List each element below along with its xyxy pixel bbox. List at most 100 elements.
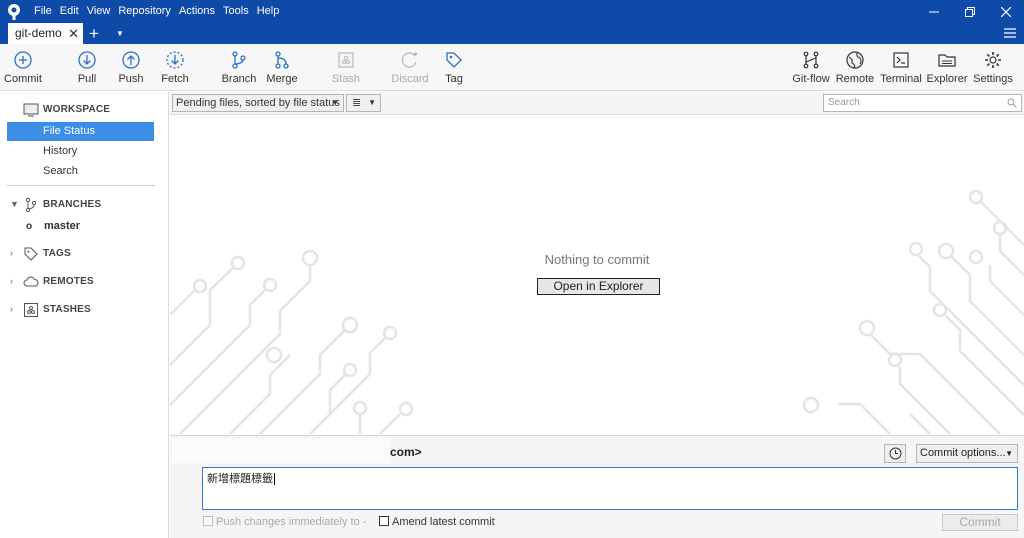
tag-toolbar-label: Tag bbox=[445, 73, 463, 85]
pull-toolbar-label: Pull bbox=[77, 73, 97, 85]
restore-button[interactable] bbox=[952, 0, 988, 23]
commit-history-button[interactable] bbox=[884, 444, 906, 463]
sidebar-item-search[interactable]: Search bbox=[7, 162, 154, 181]
checkbox-unchecked-icon bbox=[203, 516, 213, 526]
amend-commit-label: Amend latest commit bbox=[392, 516, 495, 528]
pull-toolbar-button[interactable]: Pull bbox=[62, 50, 112, 85]
gitflow-icon bbox=[803, 51, 819, 69]
circuit-background-decoration bbox=[170, 189, 1024, 434]
branches-label: BRANCHES bbox=[43, 199, 102, 210]
sidebar-item-master[interactable]: o master bbox=[7, 217, 154, 236]
fetch-icon bbox=[166, 51, 184, 69]
tags-label: TAGS bbox=[43, 248, 71, 259]
merge-toolbar-button[interactable]: Merge bbox=[257, 50, 307, 85]
stashes-section-header[interactable]: › STASHES bbox=[0, 300, 169, 320]
discard-icon bbox=[401, 52, 417, 68]
commit-toolbar-button[interactable]: Commit bbox=[0, 50, 48, 85]
branch-icon bbox=[25, 197, 37, 213]
fetch-toolbar-button[interactable]: Fetch bbox=[150, 50, 200, 85]
sort-dropdown-label: Pending files, sorted by file status bbox=[176, 97, 340, 109]
menu-edit[interactable]: Edit bbox=[60, 0, 79, 23]
monitor-icon bbox=[23, 103, 39, 117]
settings-toolbar-label: Settings bbox=[973, 73, 1013, 85]
sidebar: WORKSPACE File Status History Search ▼ B… bbox=[0, 92, 169, 538]
search-icon bbox=[1007, 98, 1017, 108]
tag-toolbar-button[interactable]: Tag bbox=[429, 50, 479, 85]
commit-panel: com> Commit options... ▼ 新增標題標籤 Push cha… bbox=[170, 435, 1024, 538]
menu-actions[interactable]: Actions bbox=[179, 0, 215, 23]
commit-options-label: Commit options... bbox=[920, 447, 1006, 459]
branch-master-label: master bbox=[44, 220, 81, 232]
menu-help[interactable]: Help bbox=[257, 0, 280, 23]
discard-toolbar-button[interactable]: Discard bbox=[385, 50, 435, 85]
commit-message-input[interactable]: 新增標題標籤 bbox=[202, 467, 1018, 510]
cloud-icon bbox=[23, 276, 39, 287]
folder-icon bbox=[938, 54, 956, 67]
commit-message-text: 新增標題標籤 bbox=[207, 473, 273, 485]
push-icon bbox=[122, 51, 140, 69]
globe-icon bbox=[846, 51, 864, 69]
view-mode-dropdown[interactable]: ≣ ▼ bbox=[346, 94, 381, 112]
workspace-section-header[interactable]: WORKSPACE bbox=[0, 100, 169, 120]
minimize-button[interactable] bbox=[916, 0, 952, 23]
commit-options-dropdown[interactable]: Commit options... ▼ bbox=[916, 444, 1018, 463]
settings-toolbar-button[interactable]: Settings bbox=[968, 50, 1018, 85]
open-in-explorer-button[interactable]: Open in Explorer bbox=[537, 278, 660, 295]
hamburger-menu-icon[interactable] bbox=[1004, 27, 1016, 39]
text-cursor bbox=[274, 473, 275, 485]
push-immediately-label: Push changes immediately to - bbox=[216, 516, 367, 528]
tags-section-header[interactable]: › TAGS bbox=[0, 244, 169, 264]
tab-close-icon[interactable]: ✕ bbox=[68, 23, 79, 44]
filter-bar: Pending files, sorted by file status ▼ ≣… bbox=[170, 92, 1024, 115]
menu-file[interactable]: File bbox=[34, 0, 52, 23]
search-placeholder: Search bbox=[828, 97, 860, 108]
explorer-toolbar-button[interactable]: Explorer bbox=[922, 50, 972, 85]
stash-toolbar-button[interactable]: Stash bbox=[321, 50, 371, 85]
remotes-section-header[interactable]: › REMOTES bbox=[0, 272, 169, 292]
fetch-toolbar-label: Fetch bbox=[161, 73, 189, 85]
menu-view[interactable]: View bbox=[87, 0, 111, 23]
new-tab-icon[interactable]: + bbox=[89, 23, 99, 44]
amend-commit-checkbox[interactable]: Amend latest commit bbox=[379, 516, 495, 530]
commit-author[interactable]: com> bbox=[390, 445, 422, 459]
menu-repository[interactable]: Repository bbox=[118, 0, 171, 23]
repo-tab[interactable]: git-demo ✕ bbox=[8, 23, 83, 44]
stash-icon bbox=[24, 303, 38, 317]
push-immediately-checkbox[interactable]: Push changes immediately to - bbox=[203, 516, 366, 530]
checkbox-unchecked-icon bbox=[379, 516, 389, 526]
chevron-right-icon: › bbox=[10, 304, 13, 314]
remote-toolbar-button[interactable]: Remote bbox=[830, 50, 880, 85]
tab-dropdown-icon[interactable]: ▼ bbox=[116, 23, 124, 44]
title-bar: File Edit View Repository Actions Tools … bbox=[0, 0, 1024, 23]
merge-toolbar-label: Merge bbox=[266, 73, 298, 85]
branches-section-header[interactable]: ▼ BRANCHES bbox=[0, 195, 169, 215]
tag-icon bbox=[446, 52, 462, 68]
empty-state-message: Nothing to commit bbox=[544, 252, 650, 267]
gitflow-toolbar-label: Git-flow bbox=[792, 73, 830, 85]
chevron-down-icon: ▼ bbox=[331, 98, 339, 107]
menu-tools[interactable]: Tools bbox=[223, 0, 249, 23]
gitflow-toolbar-button[interactable]: Git-flow bbox=[786, 50, 836, 85]
file-status-panel: Pending files, sorted by file status ▼ ≣… bbox=[170, 92, 1024, 434]
sidebar-item-file-status[interactable]: File Status bbox=[7, 122, 154, 141]
terminal-toolbar-label: Terminal bbox=[880, 73, 922, 85]
file-search-input[interactable]: Search bbox=[823, 94, 1022, 112]
repo-tab-label: git-demo bbox=[15, 26, 62, 40]
tab-bar: git-demo ✕ + ▼ bbox=[0, 23, 1024, 44]
stashes-label: STASHES bbox=[43, 304, 91, 315]
chevron-down-icon: ▼ bbox=[1005, 449, 1013, 458]
stash-toolbar-label: Stash bbox=[331, 73, 361, 85]
push-toolbar-label: Push bbox=[118, 73, 144, 85]
clock-icon bbox=[889, 447, 902, 460]
commit-toolbar-label: Commit bbox=[4, 73, 42, 85]
minimize-icon bbox=[929, 11, 939, 12]
sidebar-item-history[interactable]: History bbox=[7, 142, 154, 161]
terminal-toolbar-button[interactable]: Terminal bbox=[876, 50, 926, 85]
push-toolbar-button[interactable]: Push bbox=[106, 50, 156, 85]
close-window-button[interactable] bbox=[988, 0, 1024, 23]
commit-button[interactable]: Commit bbox=[942, 514, 1018, 531]
sort-dropdown[interactable]: Pending files, sorted by file status ▼ bbox=[172, 94, 344, 112]
discard-toolbar-label: Discard bbox=[391, 73, 429, 85]
explorer-toolbar-label: Explorer bbox=[926, 73, 968, 85]
tag-icon bbox=[24, 247, 38, 261]
